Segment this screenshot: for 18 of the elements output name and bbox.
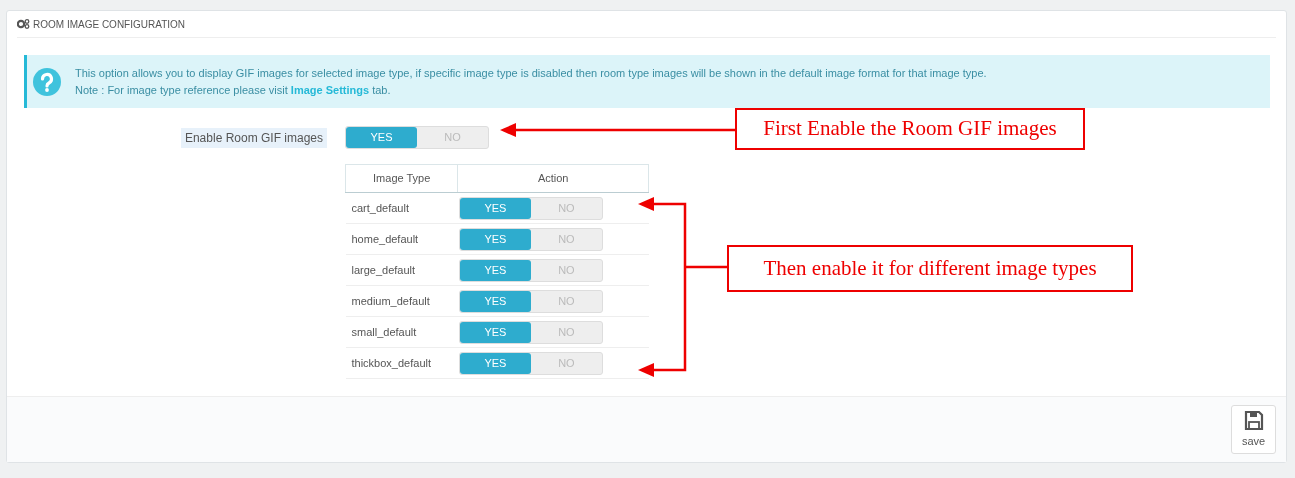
table-cell: large_default <box>345 254 458 286</box>
annotation-callout: First Enable the Room GIF images <box>735 108 1085 150</box>
gears-icon <box>17 19 30 29</box>
alert-note: Note : For image type reference please visit Image Settings tab. <box>75 82 392 98</box>
table-cell: small_default <box>345 316 458 348</box>
table-cell: cart_default <box>345 192 458 224</box>
table-cell: thickbox_default <box>345 347 458 379</box>
table-cell: medium_default <box>345 285 458 317</box>
column-header: Image Type <box>345 164 458 193</box>
save-button[interactable]: save <box>1231 405 1276 454</box>
annotation-callout: Then enable it for different image types <box>727 245 1133 292</box>
table-cell: home_default <box>345 223 458 255</box>
panel-title: ROOM IMAGE CONFIGURATION <box>33 17 186 32</box>
image-settings-link[interactable]: Image Settings <box>290 83 370 96</box>
column-header: Action <box>457 164 649 193</box>
help-icon <box>33 67 61 96</box>
field-label: Enable Room GIF images <box>180 127 327 148</box>
alert-text: This option allows you to display GIF images for selected image type, if specific image type is disabled then room type images will be shown in the default image format for that image type. <box>75 66 987 81</box>
